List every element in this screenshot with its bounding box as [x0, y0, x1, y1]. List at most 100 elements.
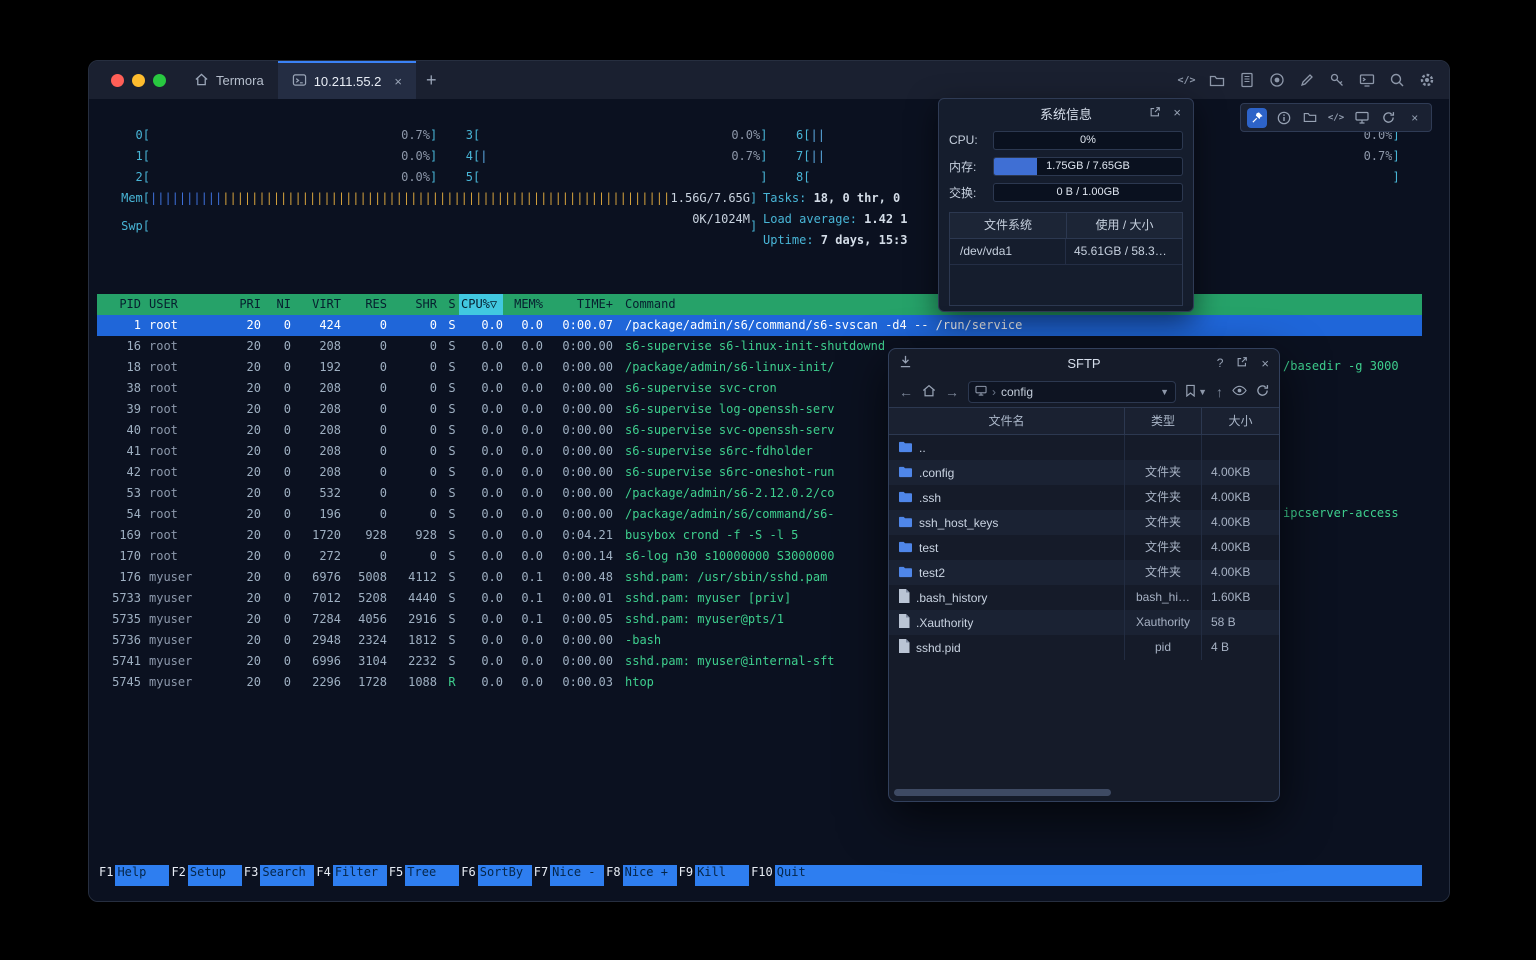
col-pid[interactable]: PID	[97, 294, 141, 315]
sftp-navbar: ← → › config ▼ ▼ ↑	[889, 377, 1279, 407]
monitor-icon[interactable]	[1352, 108, 1372, 128]
tab-label: Termora	[216, 73, 264, 88]
sftp-table-header: 文件名 类型 大小	[889, 407, 1279, 435]
panel-title: 系统信息	[1040, 104, 1092, 123]
record-icon[interactable]	[1268, 72, 1285, 89]
meter-bar: 0 B / 1.00GB	[993, 183, 1183, 202]
col-user[interactable]: USER	[149, 294, 221, 315]
fkey-sortby[interactable]: F6SortBy	[459, 865, 531, 886]
system-meter: CPU:0%	[939, 127, 1193, 153]
chevron-down-icon[interactable]: ▼	[1160, 387, 1169, 397]
terminal-icon	[292, 73, 307, 90]
col-res[interactable]: RES	[341, 294, 387, 315]
meter-value: 0%	[994, 132, 1182, 149]
file-name: test	[919, 541, 938, 555]
fkey-quit[interactable]: F10Quit	[749, 865, 829, 886]
sftp-row-.bash_history[interactable]: .bash_historybash_hi…1.60KB	[889, 585, 1279, 610]
folder-icon[interactable]	[1208, 72, 1225, 89]
file-type: 文件夹	[1125, 460, 1202, 485]
bookmark-button[interactable]: ▼	[1185, 384, 1207, 400]
filesystem-table: 文件系统 使用 / 大小 /dev/vda1 45.61GB / 58.3…	[949, 212, 1183, 306]
refresh-icon[interactable]	[1379, 108, 1399, 128]
fkey-search[interactable]: F3Search	[242, 865, 314, 886]
forward-icon[interactable]: →	[945, 385, 959, 399]
close-icon[interactable]: ×	[1261, 356, 1269, 371]
sftp-row-test[interactable]: test文件夹4.00KB	[889, 535, 1279, 560]
show-hidden-icon[interactable]	[1232, 385, 1247, 399]
back-icon[interactable]: ←	[899, 385, 913, 399]
tasks-stat: Tasks: 18, 0 thr, 0	[763, 188, 900, 209]
minimize-window-button[interactable]	[132, 74, 145, 87]
system-info-titlebar: 系统信息 ×	[939, 99, 1193, 127]
sftp-row-sshd.pid[interactable]: sshd.pidpid4 B	[889, 635, 1279, 660]
folder-icon[interactable]	[1300, 108, 1320, 128]
col-command[interactable]: Command	[625, 294, 676, 315]
close-icon[interactable]: ×	[1405, 108, 1425, 128]
file-type: bash_hi…	[1125, 585, 1202, 610]
home-icon[interactable]	[922, 384, 936, 400]
process-table-header: PID USER PRI NI VIRT RES SHR S CPU%▽ MEM…	[97, 294, 1422, 315]
log-icon[interactable]	[1238, 72, 1255, 89]
system-meter: 交换:0 B / 1.00GB	[939, 179, 1193, 205]
cpu-meter-0: 0[0.7%]	[121, 125, 437, 146]
terminal-window-icon[interactable]	[1358, 72, 1375, 89]
horizontal-scrollbar[interactable]	[894, 789, 1111, 796]
uptime-stat: Uptime: 7 days, 15:3	[763, 230, 908, 251]
sftp-row-test2[interactable]: test2文件夹4.00KB	[889, 560, 1279, 585]
key-icon[interactable]	[1328, 72, 1345, 89]
fkey-setup[interactable]: F2Setup	[169, 865, 241, 886]
sftp-row-ssh_host_keys[interactable]: ssh_host_keys文件夹4.00KB	[889, 510, 1279, 535]
parent-directory-icon[interactable]: ↑	[1216, 385, 1223, 399]
fkey-tree[interactable]: F5Tree	[387, 865, 459, 886]
fkey-kill[interactable]: F9Kill	[677, 865, 749, 886]
window-toolbar: </>	[1178, 61, 1435, 99]
zoom-window-button[interactable]	[153, 74, 166, 87]
new-tab-button[interactable]: +	[426, 61, 437, 99]
col-filename[interactable]: 文件名	[889, 408, 1125, 434]
code-icon[interactable]: </>	[1326, 108, 1346, 128]
file-name: sshd.pid	[916, 641, 961, 655]
meter-bar: 1.75GB / 7.65GB	[993, 157, 1183, 176]
fkey-nice--[interactable]: F7Nice -	[532, 865, 604, 886]
search-icon[interactable]	[1388, 72, 1405, 89]
fkey-nice-+[interactable]: F8Nice +	[604, 865, 676, 886]
tab-termora[interactable]: Termora	[180, 61, 278, 99]
info-icon[interactable]	[1274, 108, 1294, 128]
col-filesize[interactable]: 大小	[1202, 408, 1279, 434]
folder-icon	[898, 490, 913, 506]
sftp-row-..[interactable]: ..	[889, 435, 1279, 460]
settings-icon[interactable]	[1418, 72, 1435, 89]
code-icon[interactable]: </>	[1178, 72, 1195, 89]
open-in-window-icon[interactable]	[1149, 106, 1161, 121]
file-icon	[898, 614, 910, 631]
close-icon[interactable]: ×	[1173, 106, 1181, 120]
sftp-row-.config[interactable]: .config文件夹4.00KB	[889, 460, 1279, 485]
col-time[interactable]: TIME+	[543, 294, 613, 315]
pin-icon[interactable]	[1247, 108, 1267, 128]
close-window-button[interactable]	[111, 74, 124, 87]
col-shr[interactable]: SHR	[387, 294, 437, 315]
close-tab-icon[interactable]: ×	[394, 74, 402, 89]
col-filetype[interactable]: 类型	[1125, 408, 1202, 434]
sftp-row-.ssh[interactable]: .ssh文件夹4.00KB	[889, 485, 1279, 510]
sftp-row-.Xauthority[interactable]: .XauthorityXauthority58 B	[889, 610, 1279, 635]
fkey-help[interactable]: F1Help	[97, 865, 169, 886]
process-row-1[interactable]: 1root20042400S0.00.00:00.07/package/admi…	[97, 315, 1422, 336]
col-virt[interactable]: VIRT	[291, 294, 341, 315]
col-state[interactable]: S	[445, 294, 459, 315]
col-cpu-sorted[interactable]: CPU%▽	[459, 294, 503, 315]
path-breadcrumb[interactable]: › config ▼	[968, 381, 1176, 403]
fkey-filter[interactable]: F4Filter	[314, 865, 386, 886]
file-size: 4.00KB	[1202, 535, 1279, 560]
filesystem-usage: 45.61GB / 58.3…	[1066, 239, 1182, 264]
col-mem[interactable]: MEM%	[503, 294, 543, 315]
floating-toolbar: </> ×	[1240, 103, 1432, 132]
cpu-meter-row: 0[0.7%]3[0.0%]6[||0.0%]	[121, 125, 1414, 146]
col-pri[interactable]: PRI	[221, 294, 261, 315]
help-icon[interactable]: ?	[1217, 356, 1224, 370]
open-in-window-icon[interactable]	[1236, 356, 1248, 371]
edit-icon[interactable]	[1298, 72, 1315, 89]
refresh-icon[interactable]	[1256, 384, 1269, 400]
col-ni[interactable]: NI	[261, 294, 291, 315]
tab-host[interactable]: 10.211.55.2 ×	[278, 61, 416, 99]
